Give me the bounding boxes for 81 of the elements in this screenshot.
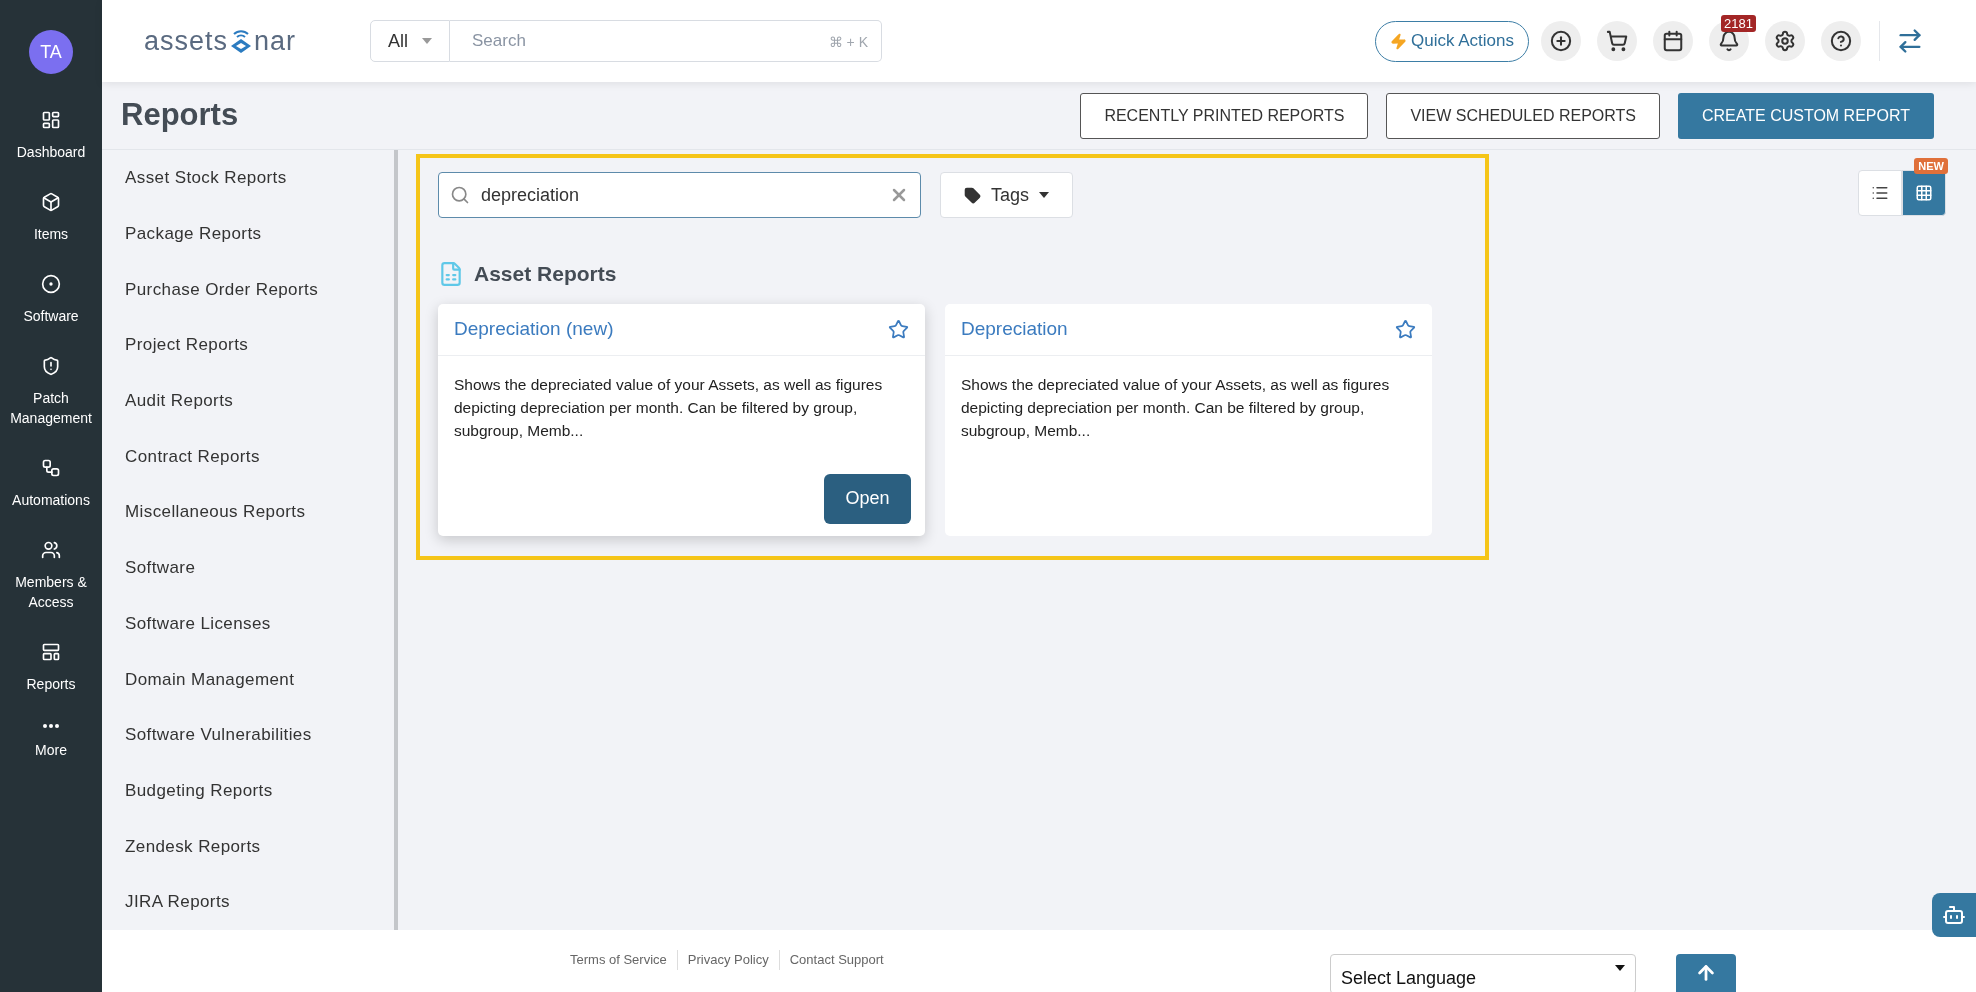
cube-icon bbox=[41, 192, 61, 212]
report-description: Shows the depreciated value of your Assets, as well as figures depicting depreciation per month. Can be filtered by group, subgroup, Memb... bbox=[453, 374, 884, 441]
target-icon bbox=[41, 274, 61, 294]
more-icon bbox=[43, 724, 59, 728]
chat-bot-button[interactable] bbox=[1932, 893, 1976, 937]
logo[interactable]: assets nar bbox=[144, 20, 369, 62]
report-category[interactable]: JIRA Reports bbox=[125, 874, 394, 931]
caret-icon bbox=[422, 38, 432, 44]
report-category[interactable]: Budgeting Reports bbox=[125, 762, 394, 819]
report-category[interactable]: Purchase Order Reports bbox=[125, 261, 394, 318]
header-button[interactable]: RECENTLY PRINTED REPORTS bbox=[1080, 92, 1369, 139]
page-title: Reports bbox=[121, 96, 239, 135]
nav-item[interactable]: Software bbox=[2, 272, 100, 328]
footer-link[interactable]: Privacy Policy bbox=[676, 950, 779, 970]
nav-item[interactable]: Automations bbox=[2, 456, 100, 512]
settings-icon bbox=[1774, 30, 1796, 52]
report-category[interactable]: Software Vulnerabilities bbox=[125, 707, 394, 763]
nav-item[interactable]: Items bbox=[2, 190, 100, 246]
help-button[interactable] bbox=[1821, 21, 1861, 61]
layout-icon bbox=[41, 642, 61, 662]
user-avatar[interactable]: TA bbox=[29, 30, 73, 74]
calendar-button[interactable] bbox=[1653, 21, 1693, 61]
footer-link[interactable]: Terms of Service bbox=[560, 950, 677, 970]
report-category[interactable]: Contract Reports bbox=[125, 428, 394, 485]
help-icon bbox=[1830, 30, 1852, 52]
tags-button[interactable]: Tags bbox=[940, 172, 1073, 218]
nav-item[interactable]: Patch Management bbox=[2, 354, 100, 430]
report-card[interactable]: Depreciation (new) Shows the depreciated value of your Assets, as well as figures depicting depreciation per month. Can be filtered by group, subgroup, Memb... Open bbox=[438, 303, 925, 536]
lightning-icon bbox=[1390, 32, 1407, 50]
report-category[interactable]: Audit Reports bbox=[125, 372, 394, 429]
nav-item[interactable]: Reports bbox=[2, 640, 100, 696]
favorite-star-icon[interactable] bbox=[1395, 318, 1416, 340]
report-category[interactable]: Asset Stock Reports bbox=[125, 150, 394, 206]
robot-icon bbox=[1942, 903, 1966, 927]
new-badge: NEW bbox=[1914, 158, 1948, 174]
header-button[interactable]: CREATE CUSTOM REPORT bbox=[1677, 92, 1934, 139]
shield-icon bbox=[41, 356, 61, 376]
caret-icon bbox=[1039, 192, 1049, 198]
scroll-top-button[interactable] bbox=[1676, 954, 1736, 992]
report-category[interactable]: Domain Management bbox=[125, 651, 394, 708]
report-category[interactable]: Software bbox=[125, 540, 394, 596]
nodes-icon bbox=[41, 458, 61, 478]
nav-item[interactable]: Members & Access bbox=[2, 538, 100, 614]
report-card[interactable]: Depreciation Shows the depreciated value of your Assets, as well as figures depicting depreciation per month. Can be filtered by group, subgroup, Memb... bbox=[945, 303, 1432, 536]
report-category[interactable]: Miscellaneous Reports bbox=[125, 484, 394, 541]
report-category[interactable]: Package Reports bbox=[125, 205, 394, 262]
favorite-star-icon[interactable] bbox=[888, 318, 909, 340]
report-title-link[interactable]: Depreciation bbox=[961, 314, 1068, 344]
list-view-button[interactable] bbox=[1858, 170, 1902, 216]
grid-view-button[interactable] bbox=[1902, 170, 1946, 216]
shortcut-hint: ⌘ + K bbox=[828, 33, 868, 52]
section-title: Asset Reports bbox=[474, 261, 617, 287]
cart-button[interactable] bbox=[1597, 21, 1637, 61]
grid-icon bbox=[1915, 184, 1933, 202]
list-icon bbox=[1871, 184, 1889, 202]
report-title-link[interactable]: Depreciation (new) bbox=[454, 314, 614, 344]
report-file-icon bbox=[438, 260, 464, 287]
caret-icon bbox=[1615, 965, 1625, 971]
notification-badge: 2181 bbox=[1721, 15, 1756, 32]
report-search-field[interactable]: depreciation bbox=[438, 172, 921, 218]
report-category[interactable]: Zendesk Reports bbox=[125, 818, 394, 875]
open-button[interactable]: Open bbox=[824, 473, 911, 524]
cart-icon bbox=[1606, 30, 1628, 52]
footer-link[interactable]: Contact Support bbox=[778, 950, 894, 970]
nav-item[interactable]: More bbox=[2, 722, 100, 762]
calendar-icon bbox=[1662, 30, 1684, 52]
add-button[interactable] bbox=[1541, 21, 1581, 61]
dashboard-icon bbox=[41, 110, 61, 130]
report-category[interactable]: Project Reports bbox=[125, 317, 394, 373]
header-button[interactable]: VIEW SCHEDULED REPORTS bbox=[1386, 92, 1660, 139]
settings-button[interactable] bbox=[1765, 21, 1805, 61]
search-icon bbox=[450, 185, 470, 205]
language-select[interactable]: Select Language bbox=[1330, 954, 1636, 992]
nav-item[interactable]: Dashboard bbox=[2, 108, 100, 164]
people-icon bbox=[41, 540, 61, 560]
report-description: Shows the depreciated value of your Assets, as well as figures depicting depreciation per month. Can be filtered by group, subgroup, Memb... bbox=[960, 374, 1391, 441]
tag-icon bbox=[964, 186, 981, 204]
scope-dropdown[interactable]: All bbox=[370, 20, 450, 62]
add-icon bbox=[1550, 30, 1572, 52]
bell-icon bbox=[1718, 30, 1740, 52]
report-category[interactable]: Software Licenses bbox=[125, 595, 394, 652]
